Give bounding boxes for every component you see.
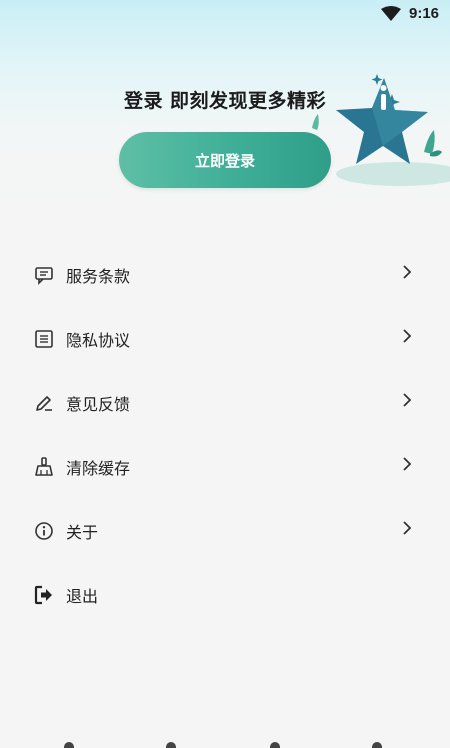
terms-icon: [35, 267, 53, 285]
menu-item-logout[interactable]: 退出: [0, 562, 450, 626]
chevron-right-icon: [403, 393, 412, 407]
tab-list-icon[interactable]: [166, 742, 176, 748]
menu-item-label: 意见反馈: [66, 395, 131, 414]
logout-icon: [34, 585, 52, 605]
menu-item-feedback[interactable]: 意见反馈: [0, 370, 450, 434]
menu-item-label: 关于: [66, 523, 99, 542]
menu-item-terms[interactable]: 服务条款: [0, 242, 450, 306]
chevron-right-icon: [403, 265, 412, 279]
status-bar: 9:16: [0, 0, 450, 28]
menu-item-label: 清除缓存: [66, 459, 131, 478]
wifi-icon: [381, 6, 401, 21]
chevron-right-icon: [403, 329, 412, 343]
menu-item-about[interactable]: 关于: [0, 498, 450, 562]
page-title: 登录 即刻发现更多精彩: [0, 86, 450, 113]
bottom-tab-bar: [0, 738, 450, 748]
privacy-icon: [35, 330, 53, 348]
chevron-right-icon: [403, 521, 412, 535]
menu-item-clear-cache[interactable]: 清除缓存: [0, 434, 450, 498]
chevron-right-icon: [403, 457, 412, 471]
login-prompt-text: 登录 即刻发现更多精彩: [123, 90, 327, 112]
broom-icon: [35, 457, 53, 476]
menu-item-label: 服务条款: [66, 267, 131, 286]
menu-item-label: 退出: [66, 587, 99, 606]
info-icon: [35, 522, 53, 540]
menu-item-privacy[interactable]: 隐私协议: [0, 306, 450, 370]
menu-item-label: 隐私协议: [66, 331, 131, 350]
login-button[interactable]: 立即登录: [119, 132, 331, 188]
settings-menu: 服务条款 隐私协议 意见反馈 清除缓存 关于 退出: [0, 242, 450, 626]
status-time: 9:16: [409, 5, 440, 22]
tab-home-icon[interactable]: [64, 742, 74, 748]
tab-profile-icon[interactable]: [372, 742, 382, 748]
tab-discover-icon[interactable]: [270, 742, 280, 748]
feedback-pen-icon: [36, 396, 52, 411]
